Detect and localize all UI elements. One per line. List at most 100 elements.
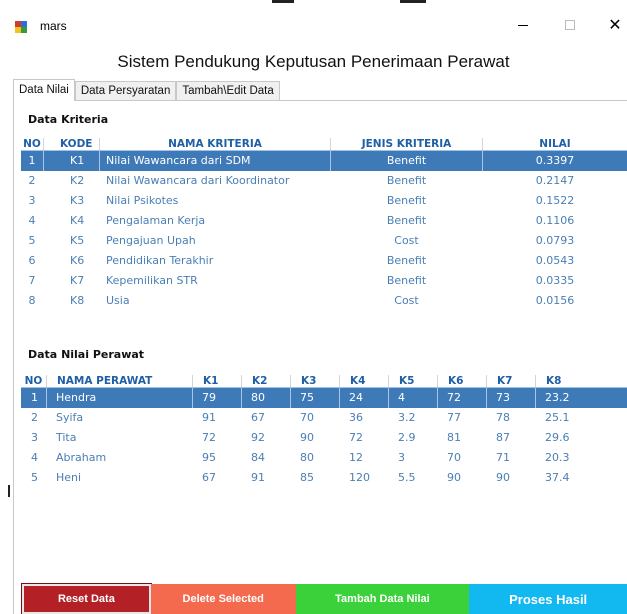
column-header-nama-kriteria[interactable]: NAMA KRITERIA	[100, 138, 331, 150]
cell-k5: 5.5	[398, 471, 416, 484]
tab-tambah-edit-data[interactable]: Tambah\Edit Data	[176, 81, 280, 101]
table-row[interactable]: 4 Abraham 95 84 80 12 3 70 71 20.3	[21, 448, 627, 468]
cell-jenis-kriteria: Benefit	[331, 151, 483, 171]
column-header-nama-perawat[interactable]: NAMA PERAWAT	[47, 375, 193, 387]
top-edge-mark	[400, 0, 426, 3]
column-header-jenis-kriteria[interactable]: JENIS KRITERIA	[331, 138, 483, 150]
table-row[interactable]: 3 K3 Nilai Psikotes Benefit 0.1522	[21, 191, 627, 211]
cell-no: 4	[31, 451, 38, 464]
cell-k5: 3.2	[398, 411, 416, 424]
cell-jenis-kriteria: Benefit	[386, 174, 427, 187]
maximize-button[interactable]	[555, 14, 585, 36]
cell-no: 1	[21, 388, 47, 408]
table-row[interactable]: 1 Hendra 79 80 75 24 4 72 73 23.2	[21, 388, 627, 408]
table-row[interactable]: 4 K4 Pengalaman Kerja Benefit 0.1106	[21, 211, 627, 231]
action-bar: Reset Data Delete Selected Tambah Data N…	[21, 583, 627, 614]
tab-data-persyaratan[interactable]: Data Persyaratan	[74, 81, 177, 101]
cell-nilai: 0.0156	[535, 294, 575, 307]
cell-jenis-kriteria: Cost	[394, 294, 419, 307]
cell-kode: K6	[70, 254, 85, 267]
cell-nilai: 0.0543	[535, 254, 575, 267]
column-header-no[interactable]: NO	[21, 138, 44, 150]
cell-nama-perawat: Abraham	[56, 451, 107, 464]
cell-jenis-kriteria: Benefit	[386, 214, 427, 227]
reset-data-button[interactable]: Reset Data	[21, 583, 152, 614]
tab-strip: Data Nilai Data Persyaratan Tambah\Edit …	[13, 79, 280, 101]
cell-jenis-kriteria: Benefit	[386, 254, 427, 267]
cell-k7: 87	[496, 431, 510, 444]
table-row[interactable]: 5 Heni 67 91 85 120 5.5 90 90 37.4	[21, 468, 627, 488]
delete-selected-button[interactable]: Delete Selected	[150, 584, 296, 614]
cell-nama-kriteria: Kepemilikan STR	[106, 274, 198, 287]
tambah-data-nilai-button[interactable]: Tambah Data Nilai	[295, 584, 470, 614]
cell-no: 8	[28, 294, 36, 307]
cell-k1: 67	[202, 471, 216, 484]
column-header-k8[interactable]: K8	[536, 375, 602, 387]
cell-k4: 120	[349, 471, 370, 484]
cell-k6: 81	[447, 431, 461, 444]
cell-kode: K2	[70, 174, 85, 187]
cell-no: 4	[28, 214, 36, 227]
table-row[interactable]: 8 K8 Usia Cost 0.0156	[21, 291, 627, 311]
column-header-k1[interactable]: K1	[193, 375, 242, 387]
column-header-nilai[interactable]: NILAI	[483, 138, 627, 150]
proses-hasil-button[interactable]: Proses Hasil	[469, 584, 627, 614]
title-bar: mars ✕	[0, 0, 627, 36]
cell-k1: 91	[202, 411, 216, 424]
page-title: Sistem Pendukung Keputusan Penerimaan Pe…	[117, 52, 510, 71]
table-row[interactable]: 6 K6 Pendidikan Terakhir Benefit 0.0543	[21, 251, 627, 271]
cell-no: 6	[28, 254, 36, 267]
cell-k2: 91	[251, 471, 265, 484]
cell-nilai: 0.3397	[535, 154, 575, 167]
perawat-grid[interactable]: NO NAMA PERAWAT K1 K2 K3 K4 K5 K6 K7 K8 …	[21, 375, 627, 488]
cell-k7: 78	[496, 411, 510, 424]
cell-nama-kriteria: Pendidikan Terakhir	[106, 254, 214, 267]
cell-k5: 2.9	[398, 431, 416, 444]
column-header-no[interactable]: NO	[21, 375, 47, 387]
cell-nama-kriteria: Nilai Psikotes	[106, 194, 179, 207]
cell-no: 2	[28, 174, 36, 187]
table-row[interactable]: 5 K5 Pengajuan Upah Cost 0.0793	[21, 231, 627, 251]
table-row[interactable]: 3 Tita 72 92 90 72 2.9 81 87 29.6	[21, 428, 627, 448]
cell-k6: 72	[438, 388, 487, 408]
kriteria-grid[interactable]: NO KODE NAMA KRITERIA JENIS KRITERIA NIL…	[21, 138, 627, 311]
cell-k7: 71	[496, 451, 510, 464]
cell-nama-kriteria: Pengalaman Kerja	[106, 214, 206, 227]
tab-data-nilai[interactable]: Data Nilai	[13, 79, 75, 101]
close-button[interactable]: ✕	[600, 14, 627, 36]
column-header-k7[interactable]: K7	[487, 375, 536, 387]
cell-no: 3	[28, 194, 36, 207]
column-header-k4[interactable]: K4	[340, 375, 389, 387]
cell-nama-kriteria: Usia	[106, 294, 130, 307]
cell-no: 5	[31, 471, 38, 484]
cell-no: 5	[28, 234, 36, 247]
column-header-k2[interactable]: K2	[242, 375, 291, 387]
cell-nilai: 0.1106	[535, 214, 575, 227]
cell-nama-kriteria: Nilai Wawancara dari SDM	[100, 151, 331, 171]
cell-k4: 36	[349, 411, 363, 424]
table-row[interactable]: 7 K7 Kepemilikan STR Benefit 0.0335	[21, 271, 627, 291]
cell-k3: 70	[300, 411, 314, 424]
cell-nilai: 0.0793	[535, 234, 575, 247]
cell-no: 1	[21, 151, 44, 171]
column-header-k6[interactable]: K6	[438, 375, 487, 387]
cell-k8: 37.4	[545, 471, 570, 484]
cell-k3: 75	[291, 388, 340, 408]
column-header-k5[interactable]: K5	[389, 375, 438, 387]
table-row[interactable]: 2 K2 Nilai Wawancara dari Koordinator Benef…	[21, 171, 627, 191]
cell-k8: 29.6	[545, 431, 570, 444]
table-row[interactable]: 2 Syifa 91 67 70 36 3.2 77 78 25.1	[21, 408, 627, 428]
column-header-kode[interactable]: KODE	[44, 138, 100, 150]
cell-k8: 23.2	[545, 391, 570, 404]
minimize-button[interactable]	[508, 14, 538, 36]
cell-k2: 67	[251, 411, 265, 424]
cell-nilai: 0.2147	[535, 174, 575, 187]
column-header-k3[interactable]: K3	[291, 375, 340, 387]
table-row[interactable]: 1 K1 Nilai Wawancara dari SDM Benefit 0.3397	[21, 151, 627, 171]
app-icon	[15, 21, 27, 33]
cell-kode: K1	[44, 151, 100, 171]
cell-nama-kriteria: Nilai Wawancara dari Koordinator	[106, 174, 290, 187]
cell-k6: 70	[447, 451, 461, 464]
cell-k3: 85	[300, 471, 314, 484]
cell-nilai: 0.1522	[535, 194, 575, 207]
